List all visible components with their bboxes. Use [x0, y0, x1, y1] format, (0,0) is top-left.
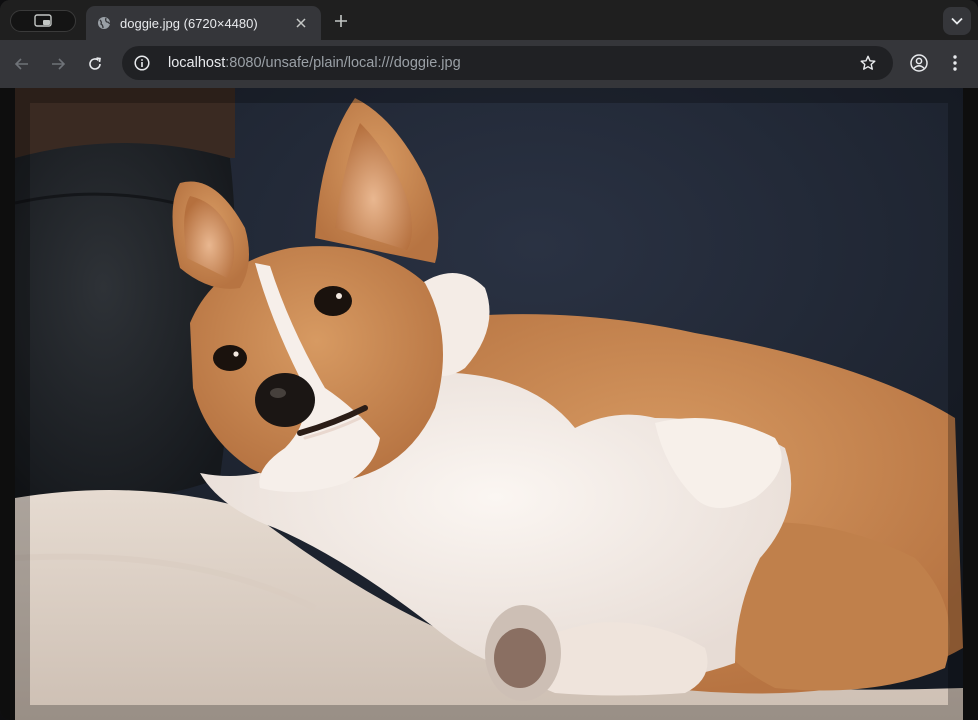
tab-active[interactable]: doggie.jpg (6720×4480) — [86, 6, 321, 40]
star-icon — [860, 55, 876, 70]
reload-button[interactable] — [83, 52, 107, 76]
tab-list-menu-button[interactable] — [943, 7, 971, 35]
tab-strip: doggie.jpg (6720×4480) — [0, 0, 978, 40]
forward-button[interactable] — [46, 52, 70, 76]
kebab-menu-icon — [953, 55, 957, 71]
info-icon — [134, 55, 150, 71]
close-icon[interactable] — [291, 13, 311, 33]
address-bar[interactable]: localhost:8080/unsafe/plain/local:///dog… — [122, 46, 893, 80]
new-tab-button[interactable] — [330, 10, 352, 32]
chevron-down-icon — [951, 17, 963, 25]
reload-icon — [89, 57, 101, 70]
corgi-photo[interactable] — [15, 88, 963, 720]
arrow-left-icon — [14, 58, 28, 70]
globe-icon — [96, 15, 112, 31]
tab-search-button[interactable] — [10, 10, 76, 32]
url-text[interactable]: localhost:8080/unsafe/plain/local:///dog… — [168, 55, 857, 71]
site-info-button[interactable] — [132, 53, 152, 73]
url-path: :8080/unsafe/plain/local:///doggie.jpg — [225, 55, 461, 71]
arrow-right-icon — [52, 58, 66, 70]
browser-window: doggie.jpg (6720×4480) localhost:8080/un… — [0, 0, 978, 720]
url-host: localhost — [168, 55, 226, 71]
profile-button[interactable] — [908, 52, 930, 74]
profile-icon — [910, 54, 928, 72]
plus-icon — [335, 15, 347, 27]
browser-menu-button[interactable] — [944, 52, 966, 74]
back-button[interactable] — [10, 52, 34, 76]
bookmark-button[interactable] — [857, 52, 879, 74]
toolbar: localhost:8080/unsafe/plain/local:///dog… — [0, 40, 978, 88]
tab-title: doggie.jpg (6720×4480) — [120, 15, 258, 31]
page-content — [0, 88, 978, 720]
tab-search-icon — [34, 14, 52, 27]
